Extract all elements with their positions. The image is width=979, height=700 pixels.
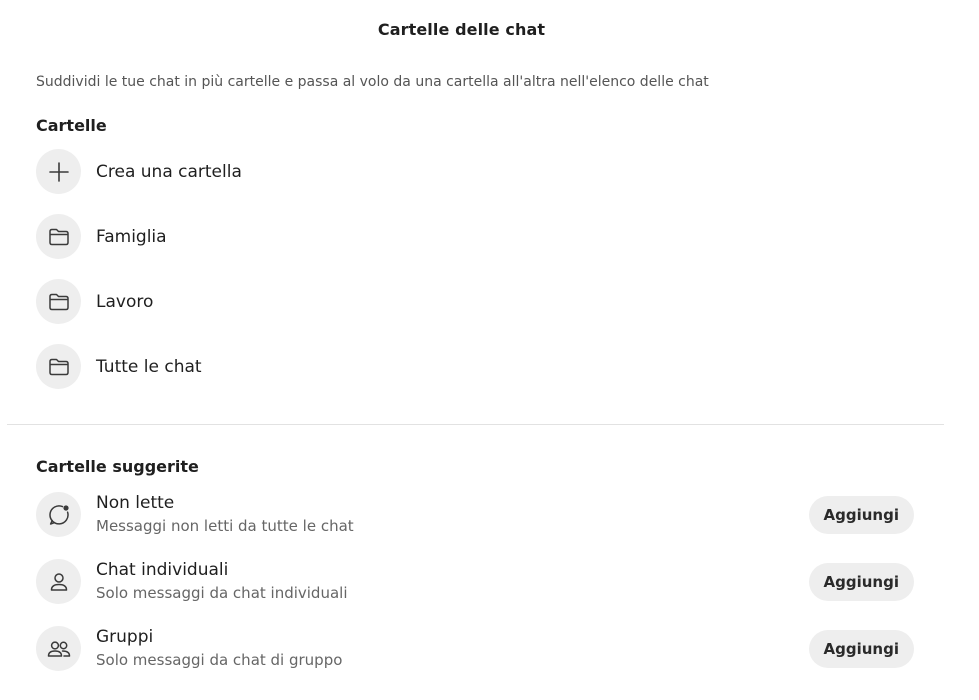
folder-item-lavoro[interactable]: Lavoro <box>36 279 153 324</box>
folder-label: Lavoro <box>96 291 154 312</box>
add-button[interactable]: Aggiungi <box>808 495 914 534</box>
suggested-section-title: Cartelle suggerite <box>36 457 199 476</box>
chat-folders-page: Cartelle delle chat Suddividi le tue cha… <box>0 0 979 700</box>
page-title: Cartelle delle chat <box>377 20 546 39</box>
create-folder-label: Crea una cartella <box>96 161 242 182</box>
suggested-item-description: Solo messaggi da chat individuali <box>96 583 348 602</box>
suggested-item-chat-individuali: Chat individuali Solo messaggi da chat i… <box>36 559 914 604</box>
suggested-item-text: Chat individuali Solo messaggi da chat i… <box>96 560 348 604</box>
folder-label: Famiglia <box>96 226 167 247</box>
folder-icon <box>36 214 81 259</box>
page-description: Suddividi le tue chat in più cartelle e … <box>36 74 709 90</box>
folder-icon <box>36 279 81 324</box>
folder-item-tutte-le-chat[interactable]: Tutte le chat <box>36 344 202 389</box>
suggested-item-name: Gruppi <box>96 626 154 647</box>
folder-label: Tutte le chat <box>96 356 202 377</box>
suggested-item-description: Messaggi non letti da tutte le chat <box>96 516 354 535</box>
unread-chat-icon <box>36 492 81 537</box>
create-folder-button[interactable]: Crea una cartella <box>36 149 242 194</box>
section-divider <box>7 424 944 425</box>
person-icon <box>36 559 81 604</box>
suggested-item-name: Chat individuali <box>96 559 229 580</box>
suggested-item-non-lette: Non lette Messaggi non letti da tutte le… <box>36 492 914 537</box>
suggested-item-description: Solo messaggi da chat di gruppo <box>96 650 343 669</box>
suggested-item-name: Non lette <box>96 492 175 513</box>
suggested-item-text: Gruppi Solo messaggi da chat di gruppo <box>96 627 342 671</box>
suggested-item-gruppi: Gruppi Solo messaggi da chat di gruppo A… <box>36 626 914 671</box>
group-icon <box>36 626 81 671</box>
add-button[interactable]: Aggiungi <box>808 562 914 601</box>
suggested-item-text: Non lette Messaggi non letti da tutte le… <box>96 493 354 537</box>
plus-icon <box>36 149 81 194</box>
add-button[interactable]: Aggiungi <box>808 629 914 668</box>
folders-section-title: Cartelle <box>36 116 107 135</box>
folder-icon <box>36 344 81 389</box>
folder-item-famiglia[interactable]: Famiglia <box>36 214 167 259</box>
